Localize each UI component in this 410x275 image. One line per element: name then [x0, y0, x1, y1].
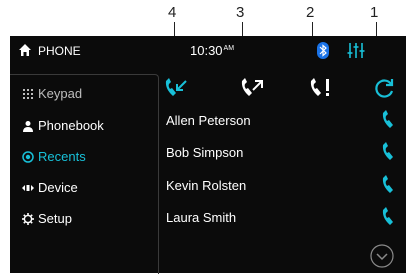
clock-time: 10:30	[190, 43, 223, 58]
sidebar-item-device[interactable]: Device	[10, 173, 158, 203]
refresh-icon[interactable]	[370, 76, 398, 100]
list-item[interactable]: Laura Smith	[164, 203, 404, 233]
phone-screen: PHONE 10:30AM Keypad Phonebook Recents D…	[10, 36, 406, 274]
missed-call-icon[interactable]	[307, 76, 335, 100]
person-icon	[23, 121, 33, 132]
call-icon[interactable]	[380, 207, 400, 227]
contact-name: Allen Peterson	[166, 113, 251, 128]
recents-icon	[22, 151, 34, 163]
bluetooth-icon	[317, 42, 329, 59]
page-title: PHONE	[38, 44, 81, 58]
clock: 10:30AM	[190, 43, 234, 58]
sidebar-item-keypad[interactable]: Keypad	[10, 79, 158, 109]
contact-name: Laura Smith	[166, 210, 237, 225]
callout-number-4: 4	[168, 4, 177, 21]
home-icon[interactable]	[18, 43, 32, 57]
sidebar-item-label: Device	[38, 180, 78, 195]
list-item[interactable]: Bob Simpson	[164, 138, 404, 168]
clock-ampm: AM	[223, 44, 235, 52]
incoming-call-icon[interactable]	[162, 76, 190, 100]
sidebar-item-label: Setup	[38, 211, 72, 226]
sidebar-item-label: Keypad	[38, 86, 83, 101]
call-icon[interactable]	[380, 142, 400, 162]
scroll-down-icon[interactable]	[370, 244, 394, 268]
call-icon[interactable]	[380, 110, 400, 130]
sidebar-item-setup[interactable]: Setup	[10, 204, 158, 234]
gear-icon	[22, 213, 34, 225]
contact-name: Kevin Rolsten	[166, 178, 247, 193]
list-item[interactable]: Kevin Rolsten	[164, 171, 404, 201]
outgoing-call-icon[interactable]	[238, 76, 266, 100]
callout-number-2: 2	[306, 4, 315, 21]
contact-name: Bob Simpson	[166, 145, 244, 160]
call-icon[interactable]	[380, 175, 400, 195]
list-item[interactable]: Allen Peterson	[164, 106, 404, 136]
device-icon	[22, 185, 34, 191]
callout-number-3: 3	[236, 4, 245, 21]
keypad-icon	[23, 89, 33, 99]
sidebar-item-label: Phonebook	[38, 118, 104, 133]
top-bar: PHONE 10:30AM	[10, 36, 406, 66]
equalizer-icon[interactable]	[346, 42, 366, 59]
sidebar-item-phonebook[interactable]: Phonebook	[10, 111, 158, 141]
sidebar-item-recents[interactable]: Recents	[10, 142, 158, 172]
sidebar: Keypad Phonebook Recents Device Setup	[10, 74, 159, 274]
sidebar-item-label: Recents	[38, 149, 86, 164]
callout-number-1: 1	[370, 4, 379, 21]
